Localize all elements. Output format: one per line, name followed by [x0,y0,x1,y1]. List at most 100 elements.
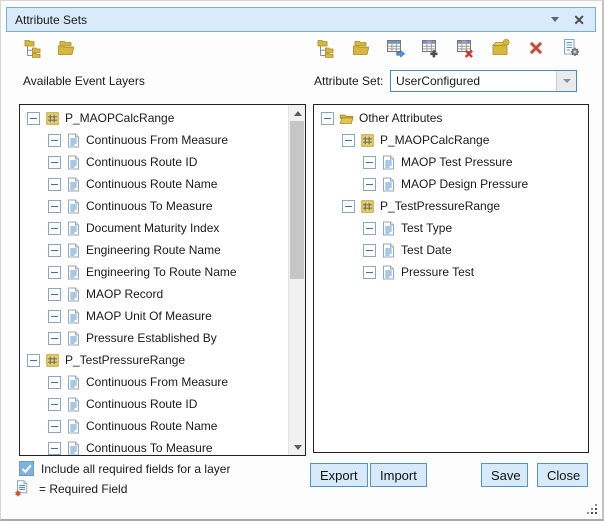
tree-item-label: Test Type [401,221,452,235]
close-icon[interactable]: ✕ [573,13,585,27]
collapse-toggle[interactable] [48,200,61,213]
field-icon [66,220,81,237]
tree-item[interactable]: MAOP Unit Of Measure [20,305,288,327]
collapse-toggle[interactable] [342,200,355,213]
tree-item[interactable]: MAOP Record [20,283,288,305]
new-folder-icon[interactable] [491,38,511,58]
collapse-toggle[interactable] [48,178,61,191]
tree-item[interactable]: P_TestPressureRange [314,195,588,217]
export-button[interactable]: Export [310,463,368,487]
collapse-toggle[interactable] [48,134,61,147]
report-settings-icon[interactable] [561,38,581,58]
attribute-set-value: UserConfigured [391,71,556,91]
tree-item-label: Engineering To Route Name [86,265,237,279]
field-icon [66,154,81,171]
tree-item[interactable]: Continuous From Measure [20,129,288,151]
tree-item[interactable]: Continuous To Measure [20,195,288,217]
collapse-toggle[interactable] [48,266,61,279]
collapse-toggle[interactable] [48,332,61,345]
attribute-set-dropdown[interactable]: UserConfigured [390,70,577,92]
field-icon [66,176,81,193]
collapse-toggle[interactable] [48,442,61,455]
event-layer-icon [45,110,60,127]
tree-item[interactable]: Test Type [314,217,588,239]
save-button[interactable]: Save [481,463,528,487]
tree-item-label: Engineering Route Name [86,243,221,257]
field-icon [66,396,81,413]
tree-item[interactable]: Pressure Established By [20,327,288,349]
include-required-fields-checkbox[interactable]: Include all required fields for a layer [19,461,230,476]
field-icon [66,198,81,215]
scrollbar-thumb[interactable] [290,121,304,279]
field-icon [381,242,396,259]
tree-item[interactable]: Document Maturity Index [20,217,288,239]
collapse-toggle[interactable] [363,222,376,235]
tree-item-label: Continuous To Measure [86,199,213,213]
collapse-toggle[interactable] [363,244,376,257]
tree-item-label: MAOP Test Pressure [401,155,513,169]
tree-item[interactable]: Engineering Route Name [20,239,288,261]
tree-item[interactable]: Continuous From Measure [20,371,288,393]
collapse-toggle[interactable] [48,310,61,323]
collapse-toggle[interactable] [363,156,376,169]
field-icon [381,154,396,171]
collapse-toggle[interactable] [48,398,61,411]
tree-item[interactable]: Other Attributes [314,107,588,129]
event-layer-icon [45,352,60,369]
tree-item[interactable]: MAOP Design Pressure [314,173,588,195]
tree-item-label: Continuous Route Name [86,419,217,433]
collapse-toggle[interactable] [363,266,376,279]
field-icon [66,418,81,435]
collapse-toggle[interactable] [48,156,61,169]
collapse-toggle[interactable] [48,222,61,235]
tree-item[interactable]: P_TestPressureRange [20,349,288,371]
tree-item[interactable]: MAOP Test Pressure [314,151,588,173]
tree-item[interactable]: Continuous To Measure [20,437,288,456]
collapse-toggle[interactable] [363,178,376,191]
folder-icon [339,110,354,127]
tree-item-label: Pressure Test [401,265,474,279]
resize-grip[interactable] [587,504,599,516]
collapse-toggle[interactable] [48,288,61,301]
collapse-toggle[interactable] [321,112,334,125]
table-export-icon[interactable] [386,38,406,58]
dropdown-arrow-icon[interactable] [556,71,576,91]
open-folders-icon[interactable] [351,38,371,58]
field-icon [381,264,396,281]
tree-item[interactable]: Test Date [314,239,588,261]
field-icon [66,330,81,347]
chevron-down-icon[interactable] [551,17,559,22]
close-button[interactable]: Close [537,463,588,487]
scrollbar[interactable] [288,105,305,455]
tree-item[interactable]: P_MAOPCalcRange [314,129,588,151]
tree-item[interactable]: Continuous Route Name [20,173,288,195]
tree-item-label: P_TestPressureRange [65,353,185,367]
delete-x-icon[interactable] [526,38,546,58]
tree-item[interactable]: Continuous Route Name [20,415,288,437]
required-field-icon [14,480,29,497]
collapse-toggle[interactable] [48,420,61,433]
checkbox-check-icon[interactable] [19,461,34,476]
tree-item[interactable]: Pressure Test [314,261,588,283]
open-folders-icon[interactable] [56,38,76,58]
tree-item[interactable]: Continuous Route ID [20,151,288,173]
import-button[interactable]: Import [370,463,427,487]
collapse-toggle[interactable] [48,376,61,389]
collapse-toggle[interactable] [27,112,40,125]
scroll-down-icon[interactable] [289,439,306,455]
tree-item[interactable]: Engineering To Route Name [20,261,288,283]
tree-item-label: Continuous Route ID [86,155,197,169]
folder-tree-icon[interactable] [316,38,336,58]
collapse-toggle[interactable] [27,354,40,367]
tree-item[interactable]: Continuous Route ID [20,393,288,415]
folder-tree-icon[interactable] [23,38,43,58]
collapse-toggle[interactable] [48,244,61,257]
tree-item[interactable]: P_MAOPCalcRange [20,107,288,129]
window-title: Attribute Sets [7,13,551,27]
field-icon [66,286,81,303]
table-delete-icon[interactable] [456,38,476,58]
table-add-icon[interactable] [421,38,441,58]
available-event-layers-label: Available Event Layers [23,74,145,88]
scroll-up-icon[interactable] [289,105,306,121]
collapse-toggle[interactable] [342,134,355,147]
